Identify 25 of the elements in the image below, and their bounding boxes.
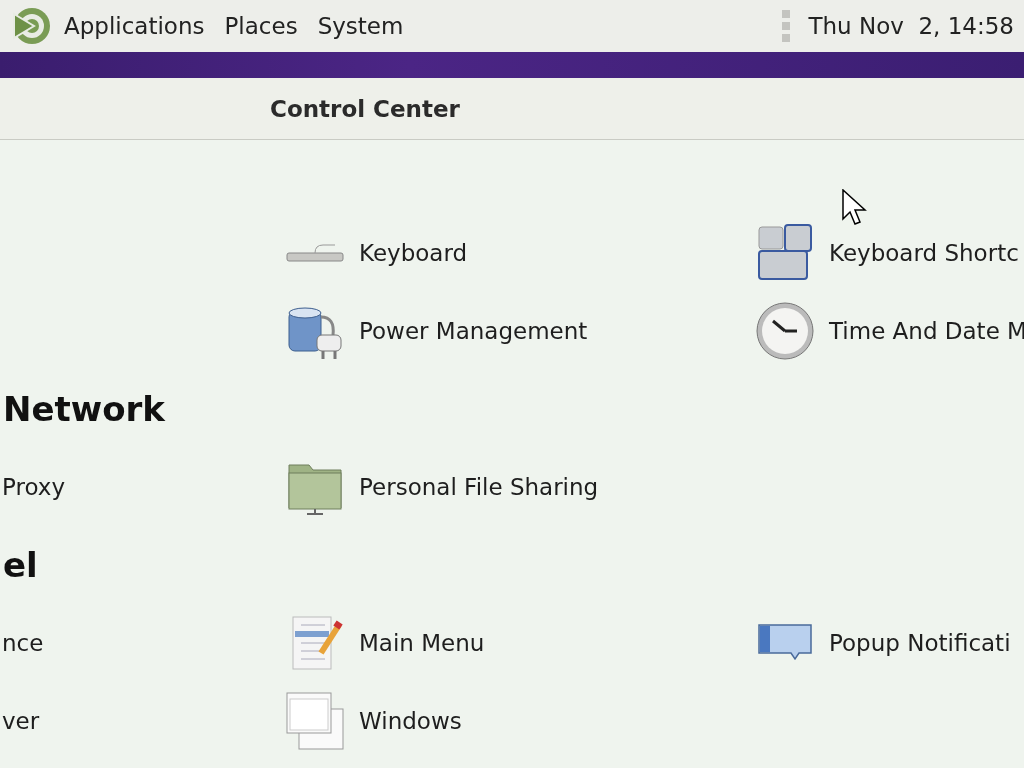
control-item-label[interactable]: Proxy <box>2 474 65 500</box>
keyboard-icon <box>285 243 345 263</box>
windows-icon <box>285 691 345 751</box>
control-item-label[interactable]: Time And Date M <box>829 318 1024 344</box>
clock[interactable]: Thu Nov 2, 14:58 <box>808 13 1014 39</box>
control-item-label[interactable]: Power Management <box>359 318 588 344</box>
mouse-pointer-icon <box>842 189 868 227</box>
keys-icon <box>755 223 815 283</box>
control-item-label[interactable]: Keyboard <box>359 240 468 266</box>
section-heading: Network <box>2 388 165 431</box>
control-item-label[interactable]: Keyboard Shortc <box>829 240 1019 266</box>
control-item-label[interactable]: Windows <box>359 708 462 734</box>
panel-menu[interactable]: System <box>317 13 404 39</box>
control-item-label[interactable]: Personal File Sharing <box>359 474 599 500</box>
clock-icon <box>755 301 815 361</box>
control-item-label[interactable]: Popup Notificati <box>829 630 1011 656</box>
panel-handle-icon <box>782 10 791 42</box>
section-heading: el <box>2 544 38 587</box>
control-item-label[interactable]: nce <box>2 630 44 656</box>
window-title: Control Center <box>270 95 460 122</box>
control-item-label[interactable]: Main Menu <box>359 630 485 656</box>
panel-menu[interactable]: Places <box>224 13 298 39</box>
control-item-label[interactable]: ver <box>2 708 40 734</box>
logo-icon <box>12 6 52 46</box>
panel-menu[interactable]: Applications <box>64 13 205 39</box>
